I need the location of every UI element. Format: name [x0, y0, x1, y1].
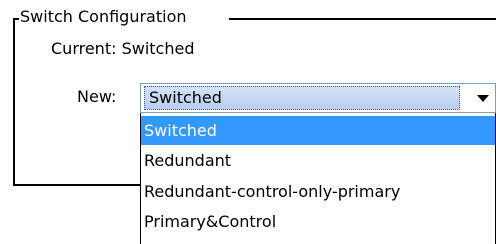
new-configuration-label: New:	[77, 87, 117, 106]
current-configuration-label: Current: Switched	[51, 39, 195, 58]
combobox-selected-value: Switched	[144, 86, 460, 110]
groupbox-border-left	[13, 18, 15, 186]
dropdown-option-redundant[interactable]: Redundant	[141, 146, 495, 175]
switch-configuration-panel: Switch Configuration Current: Switched N…	[0, 0, 496, 244]
groupbox-title: Switch Configuration	[20, 7, 187, 26]
new-configuration-combobox[interactable]: Switched	[140, 83, 496, 113]
dropdown-option-switched[interactable]: Switched	[141, 116, 495, 145]
combobox-dropdown-list[interactable]: Switched Redundant Redundant-control-onl…	[140, 113, 496, 244]
groupbox-border-bottom	[13, 184, 143, 186]
groupbox-border-top-right	[229, 18, 496, 20]
dropdown-option-redundant-control-only-primary[interactable]: Redundant-control-only-primary	[141, 177, 495, 206]
dropdown-option-primary-control[interactable]: Primary&Control	[141, 207, 495, 236]
chevron-down-icon[interactable]	[477, 95, 489, 102]
